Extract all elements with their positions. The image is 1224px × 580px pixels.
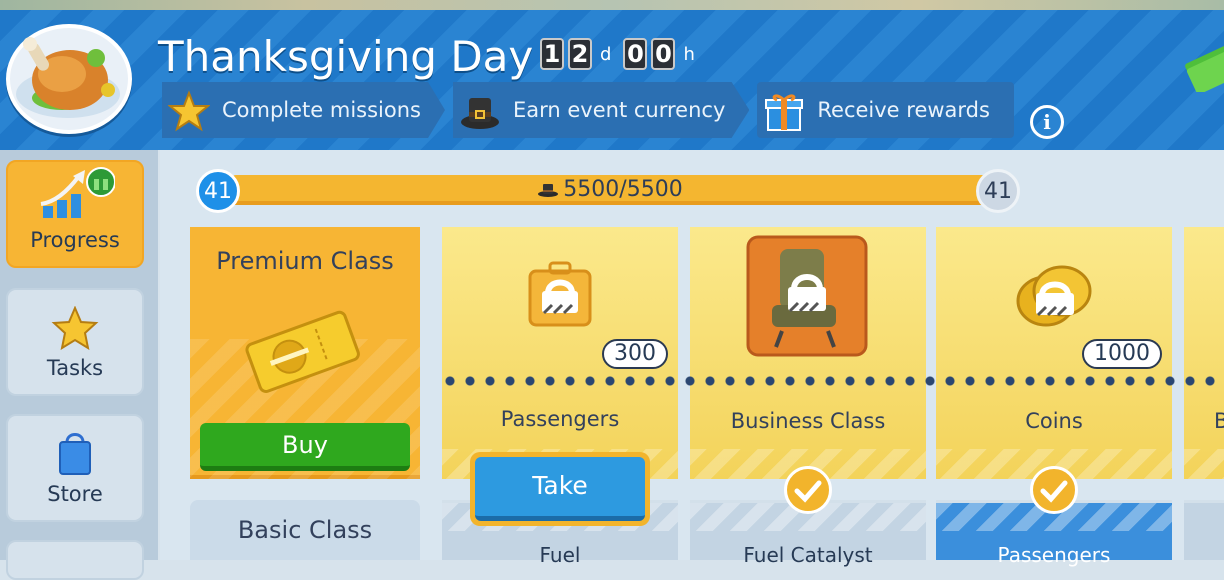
reward-card[interactable]: Business Class	[690, 227, 926, 479]
progress-points-text: 5500/5500	[563, 177, 683, 202]
reward-label: Passengers	[500, 407, 620, 431]
timer-digit: 0	[623, 38, 648, 70]
reward-label: Coins	[1025, 409, 1083, 433]
top-strip	[0, 0, 1224, 10]
event-steps: Complete missions Earn event currency Re…	[162, 82, 1022, 138]
shopping-bag-icon	[59, 433, 91, 475]
sidebar-item-label: Store	[47, 482, 103, 506]
cash-icon[interactable]	[1180, 40, 1224, 92]
sidebar-item-more[interactable]	[6, 540, 144, 580]
pilgrim-hat-icon	[538, 184, 559, 197]
reward-label: B	[1214, 409, 1224, 433]
sidebar-item-label: Progress	[30, 228, 120, 252]
premium-title: Premium Class	[216, 247, 394, 275]
star-icon	[168, 90, 210, 132]
basic-track: Basic Class	[190, 500, 420, 560]
timer-digit: 0	[651, 38, 676, 70]
golden-ticket-icon	[245, 310, 360, 393]
timer-unit-hours: h	[683, 43, 695, 65]
track-divider	[440, 376, 1224, 386]
reward-label: Business Class	[730, 409, 886, 433]
coins-icon	[1016, 265, 1092, 327]
seat-icon	[746, 235, 868, 357]
reward-card[interactable]: B	[1184, 227, 1224, 479]
sidebar-item-store[interactable]: Store	[6, 414, 144, 522]
current-level-badge: 41	[196, 169, 240, 213]
info-button[interactable]: i	[1030, 105, 1064, 139]
take-button[interactable]: Take	[470, 452, 650, 526]
event-title: Thanksgiving Day	[158, 32, 534, 81]
reward-card[interactable]: 1000 Coins	[936, 227, 1172, 479]
basic-reward-label: Fuel Catalyst	[743, 543, 873, 567]
timer-digit: 2	[568, 38, 592, 70]
step-earn-currency: Earn event currency	[453, 82, 750, 138]
reward-qty: 300	[602, 339, 668, 369]
turkey-logo-icon	[6, 24, 132, 134]
basic-reward-label: Passengers	[997, 543, 1111, 567]
pilgrim-hat-icon	[461, 98, 499, 129]
checkmark-icon	[784, 466, 832, 514]
card-hatch	[1184, 449, 1224, 479]
basic-reward-label: Fuel	[539, 543, 581, 567]
event-timer: 1 2 d 0 0 h	[540, 38, 703, 70]
sidebar-item-label: Tasks	[46, 356, 104, 380]
reward-qty: 1000	[1082, 339, 1162, 369]
premium-track: Premium Class Buy	[190, 227, 420, 479]
suitcase-icon	[528, 261, 592, 327]
take-button-label: Take	[475, 457, 645, 521]
progress-bar: 5500/5500	[230, 175, 990, 205]
progress-arrow-icon	[40, 167, 115, 218]
step-receive-rewards: Receive rewards	[757, 82, 1014, 138]
next-level-badge: 41	[976, 169, 1020, 213]
timer-unit-days: d	[600, 43, 612, 65]
timer-digit: 1	[540, 38, 564, 70]
sidebar-item-progress[interactable]: Progress	[6, 160, 144, 268]
gift-icon	[765, 94, 804, 131]
step-label: Earn event currency	[513, 98, 726, 122]
checkmark-icon	[1030, 466, 1078, 514]
event-header: Thanksgiving Day 1 2 d 0 0 h Complete mi…	[0, 10, 1224, 150]
step-label: Receive rewards	[817, 98, 990, 122]
step-label: Complete missions	[222, 98, 421, 122]
basic-reward-card[interactable]	[1184, 500, 1224, 560]
step-complete-missions: Complete missions	[162, 82, 445, 138]
reward-card[interactable]: 300 Passengers	[442, 227, 678, 479]
basic-title: Basic Class	[237, 516, 373, 544]
sidebar: Progress Tasks Store	[0, 150, 158, 580]
star-icon	[51, 306, 99, 350]
progress-points: 5500/5500	[230, 175, 990, 205]
sidebar-item-tasks[interactable]: Tasks	[6, 288, 144, 396]
buy-button[interactable]: Buy	[200, 423, 410, 471]
